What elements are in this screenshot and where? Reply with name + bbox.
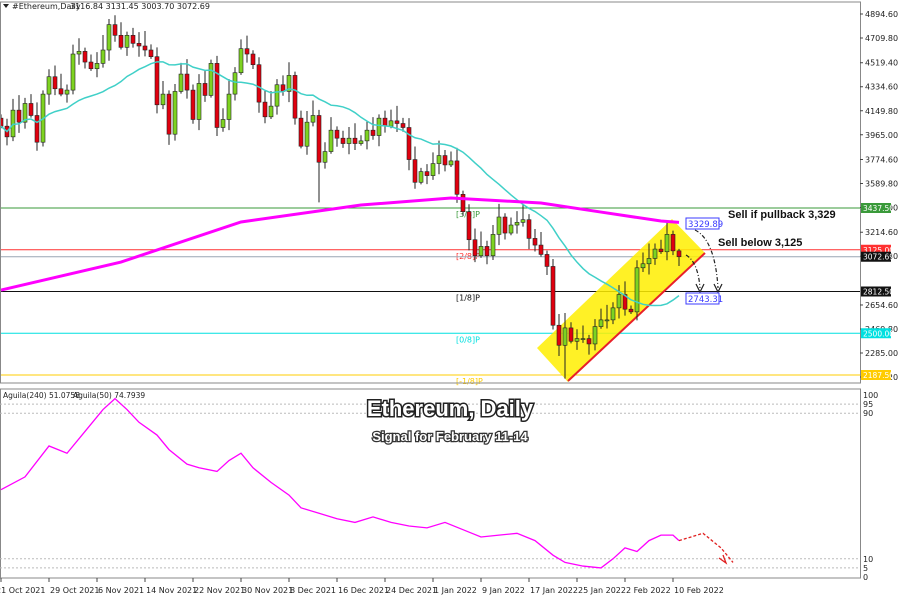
price-tick-label: 3214.60 (865, 228, 898, 237)
oscillator-tick-label: 0 (863, 573, 868, 582)
date-tick-label: 1 Jan 2022 (434, 586, 477, 595)
box-high-value: 3329.89 (688, 220, 723, 230)
date-tick-label: 2 Feb 2022 (626, 586, 671, 595)
price-tick-label: 4334.60 (865, 83, 898, 92)
oscillator-tick-label: 95 (863, 400, 873, 409)
header-ohlc: 3116.84 3131.45 3003.70 3072.69 (70, 2, 210, 11)
date-tick-label: 10 Feb 2022 (674, 586, 724, 595)
candle (214, 55, 220, 137)
oscillator-tick-label: 90 (863, 409, 873, 418)
background (0, 0, 900, 600)
level-tag-value: 3437.50 (863, 204, 894, 213)
candle (208, 59, 214, 98)
level-label: [-1/8]P (456, 377, 483, 386)
date-tick-label: 9 Jan 2022 (482, 586, 525, 595)
date-tick-label: 6 Nov 2021 (98, 586, 144, 595)
date-tick-label: 8 Dec 2021 (290, 586, 336, 595)
candle (190, 84, 196, 124)
box-low-value: 2743.31 (688, 295, 723, 305)
price-tick-label: 4894.60 (865, 10, 898, 19)
candle (550, 258, 556, 330)
level-tag-value: 2187.50 (863, 371, 894, 380)
level-tag-value: 3072.69 (863, 253, 894, 262)
date-tick-label: 16 Dec 2021 (338, 586, 389, 595)
candle (292, 71, 298, 125)
price-tick-label: 4519.40 (865, 59, 898, 68)
candle (172, 83, 178, 141)
candle (634, 260, 640, 321)
date-tick-label: 14 Nov 2021 (146, 586, 197, 595)
price-tick-label: 2285.00 (865, 349, 898, 358)
price-tick-label: 2654.60 (865, 301, 898, 310)
price-tick-label: 4709.80 (865, 34, 898, 43)
level-label: [1/8]P (456, 294, 480, 303)
level-label: [0/8]P (456, 335, 480, 344)
date-tick-label: 25 Jan 2022 (578, 586, 626, 595)
date-tick-label: 17 Jan 2022 (530, 586, 578, 595)
date-tick-label: 30 Nov 2021 (242, 586, 293, 595)
date-tick-label: 24 Dec 2021 (386, 586, 437, 595)
price-chart: [3/8]P[2/8]P[1/8]P[0/8]P[-1/8]P 3329.89 … (0, 0, 900, 600)
sell-below-label: Sell below 3,125 (718, 237, 802, 249)
price-tick-label: 4149.80 (865, 107, 898, 116)
level-tag-value: 2812.50 (863, 288, 894, 297)
oscillator-tick-label: 5 (863, 564, 868, 573)
date-tick-label: 29 Oct 2021 (50, 586, 99, 595)
level-tag-value: 2500.00 (863, 329, 894, 338)
date-tick-label: 22 Nov 2021 (194, 586, 245, 595)
chart-subtitle: Signal for February 11-14 (372, 429, 528, 444)
oscillator-tick-label: 100 (863, 391, 878, 400)
date-tick-label: 21 Oct 2021 (0, 586, 45, 595)
sell-pullback-label: Sell if pullback 3,329 (728, 209, 836, 221)
price-tick-label: 3589.80 (865, 179, 898, 188)
price-tick-label: 3965.00 (865, 131, 898, 140)
price-tick-label: 3774.60 (865, 155, 898, 164)
indicator-label-b: Aguila(50) 74.7939 (73, 391, 145, 400)
chart-title: Ethereum, Daily (367, 396, 534, 421)
indicator-label-a: Aguila(240) 51.0758 (3, 391, 80, 400)
candle (154, 47, 160, 114)
oscillator-tick-label: 10 (863, 555, 873, 564)
